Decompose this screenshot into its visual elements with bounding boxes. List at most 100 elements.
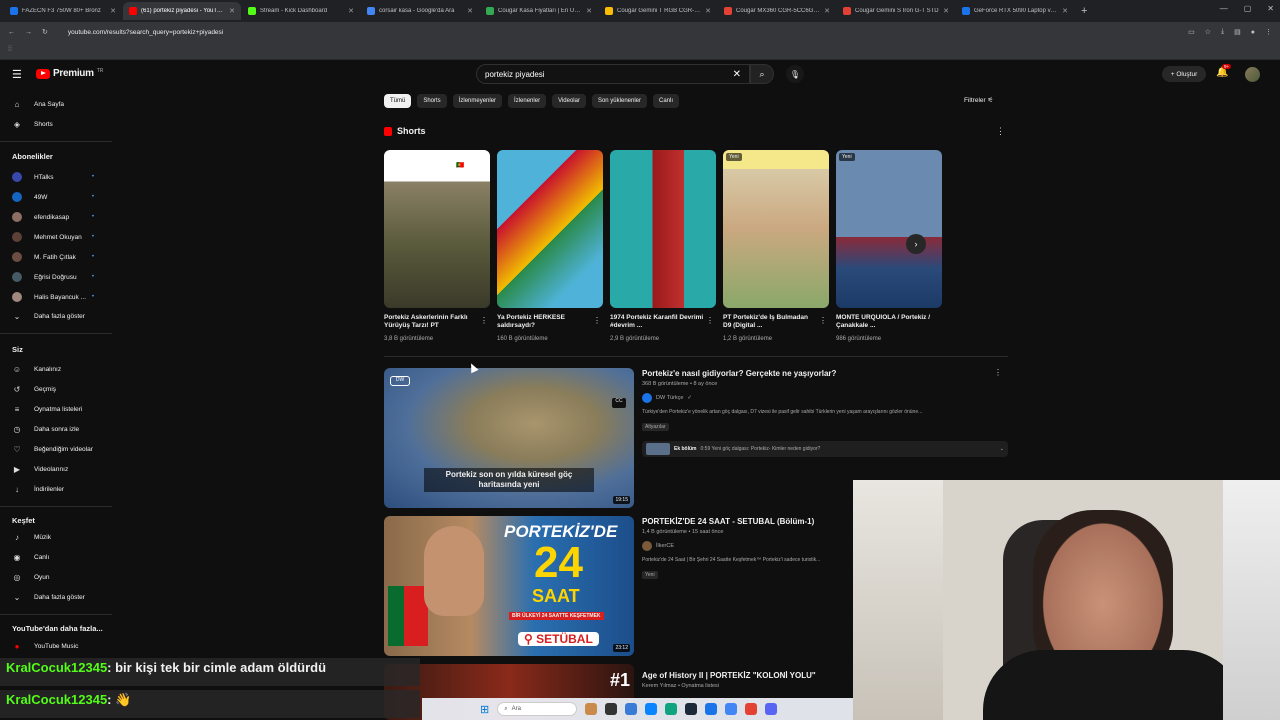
taskbar-search[interactable]: ⌕ Ara <box>497 702 578 716</box>
account-avatar[interactable] <box>1245 67 1260 82</box>
sidebar-subscription[interactable]: Halis Bayancuk ... • <box>0 288 118 306</box>
taskbar-app-icon[interactable] <box>605 703 618 715</box>
new-tab-button[interactable]: + <box>1075 5 1093 17</box>
short-card[interactable]: 1974 Portekiz Karanfil Devrimi #devrim .… <box>610 150 716 342</box>
short-thumbnail[interactable] <box>610 150 716 308</box>
sidebar-item-you[interactable]: ☺ Kanalınız <box>0 360 118 378</box>
short-card[interactable]: Ya Portekiz HERKESE saldırsaydı? 160 B gö… <box>497 150 603 342</box>
youtube-premium-logo[interactable]: Premium TR <box>36 68 103 79</box>
channel-name[interactable]: DW Türkçe <box>656 395 683 401</box>
browser-tab[interactable]: Cougar Kasa Fiyatları | En Ucuz ✕ <box>480 2 598 20</box>
filter-chip[interactable]: İzlenmeyenler <box>452 94 503 108</box>
short-title[interactable]: Portekiz Askerlerinin Farklı Yürüyüş Tar… <box>384 314 490 332</box>
sidebar-item-you[interactable]: ↺ Geçmiş <box>0 380 118 398</box>
taskbar-app-icon[interactable] <box>665 703 678 715</box>
reload-icon[interactable]: ↻ <box>42 28 48 36</box>
short-card[interactable]: Yeni PT Portekiz'de İş Bulmadan D9 (Digit… <box>723 150 829 342</box>
browser-tab[interactable]: Cougar MX360 CGR-5CC6G-RGB ✕ <box>718 2 836 20</box>
short-menu-icon[interactable]: ⋮ <box>819 316 827 325</box>
video-thumbnail[interactable]: PORTEKİZ'DE 24 SAAT BİR ÜLKEYİ 24 SAATTE… <box>384 516 634 656</box>
sidebar-item-explore[interactable]: ♪ Müzik <box>0 528 118 546</box>
browser-tab[interactable]: corsair kasa - Google'da Ara ✕ <box>361 2 479 20</box>
taskbar-app-icon[interactable] <box>745 703 758 715</box>
sidebar-item-home[interactable]: ⌂ Ana Sayfa <box>0 95 118 113</box>
forward-icon[interactable]: → <box>25 29 32 36</box>
shelf-next-button[interactable]: › <box>906 234 926 254</box>
filter-chip[interactable]: İzlenenler <box>508 94 547 108</box>
chapters-row[interactable]: Ek bölüm 0:59 Yeni göç dalgası: Portekiz… <box>642 441 1008 457</box>
video-title[interactable]: Portekiz'e nasıl gidiyorlar? Gerçekte ne… <box>642 368 1002 379</box>
taskbar-app-icon[interactable] <box>645 703 658 715</box>
short-card[interactable]: Portekiz Askerlerinin Farklı Yürüyüş Tar… <box>384 150 490 342</box>
filter-chip[interactable]: Son yüklenenler <box>591 94 647 108</box>
tab-close-icon[interactable]: ✕ <box>943 7 949 15</box>
sidebar-item-explore[interactable]: ◉ Canlı <box>0 548 118 566</box>
video-thumbnail[interactable]: DW CC Portekiz son on yılda küresel göç … <box>384 368 634 508</box>
extensions-icon[interactable]: ▤ <box>1234 28 1241 36</box>
start-icon[interactable]: ⊞ <box>480 703 489 716</box>
tab-close-icon[interactable]: ✕ <box>824 7 830 15</box>
menu-icon[interactable]: ⋮ <box>1265 28 1272 36</box>
install-icon[interactable]: ▭ <box>1188 28 1195 36</box>
sidebar-item-you[interactable]: ◷ Daha sonra izle <box>0 420 118 438</box>
url-field[interactable]: youtube.com/results?search_query=porteki… <box>68 29 1178 36</box>
short-thumbnail[interactable]: Yeni <box>723 150 829 308</box>
short-title[interactable]: Ya Portekiz HERKESE saldırsaydı? <box>497 314 603 332</box>
sidebar-subscription[interactable]: Mehmet Okuyan • <box>0 228 118 246</box>
short-title[interactable]: PT Portekiz'de İş Bulmadan D9 (Digital .… <box>723 314 829 332</box>
browser-tab[interactable]: (61) portekiz piyadesi - YouTube ✕ <box>123 2 241 20</box>
filters-button[interactable]: Filtreler ⚟ <box>964 96 993 104</box>
short-thumbnail[interactable] <box>497 150 603 308</box>
tab-close-icon[interactable]: ✕ <box>1062 7 1068 15</box>
browser-tab[interactable]: Cougar Gemini T RGB CGR-5G ✕ <box>599 2 717 20</box>
notifications-button[interactable]: 🔔 9+ <box>1216 64 1232 78</box>
filter-chip[interactable]: Canlı <box>653 94 680 108</box>
taskbar-app-icon[interactable] <box>625 703 638 715</box>
short-menu-icon[interactable]: ⋮ <box>593 316 601 325</box>
create-button[interactable]: + Oluştur <box>1162 66 1206 82</box>
back-icon[interactable]: ← <box>8 29 15 36</box>
short-title[interactable]: MONTE URQUIOLA / Portekiz / Çanakkale ..… <box>836 314 942 332</box>
browser-tab[interactable]: Cougar Gemini S Iron G-T STD ✕ <box>837 2 955 20</box>
bookmark-star-icon[interactable]: ☆ <box>1205 28 1211 36</box>
tab-close-icon[interactable]: ✕ <box>586 7 592 15</box>
clear-search-icon[interactable]: ✕ <box>733 69 741 80</box>
sidebar-show-more[interactable]: ⌄ Daha fazla göster <box>0 588 118 606</box>
short-title[interactable]: 1974 Portekiz Karanfil Devrimi #devrim .… <box>610 314 716 332</box>
sidebar-subscription[interactable]: Eğrisi Doğrusu • <box>0 268 118 286</box>
video-menu-icon[interactable]: ⋮ <box>994 368 1002 377</box>
taskbar-app-icon[interactable] <box>685 703 698 715</box>
sidebar-subscription[interactable]: HTalks • <box>0 168 118 186</box>
channel-avatar[interactable] <box>642 541 652 551</box>
shelf-more-icon[interactable]: ⋮ <box>996 126 1005 137</box>
browser-tab[interactable]: Stream - Kick Dashboard ✕ <box>242 2 360 20</box>
tab-close-icon[interactable]: ✕ <box>467 7 473 15</box>
taskbar-app-icon[interactable] <box>725 703 738 715</box>
tab-close-icon[interactable]: ✕ <box>705 7 711 15</box>
search-input[interactable]: portekiz piyadesi ✕ <box>476 64 750 84</box>
sidebar-item-shorts[interactable]: ◈ Shorts <box>0 115 118 133</box>
sidebar-item-you[interactable]: ♡ Beğendiğim videolar <box>0 440 118 458</box>
taskbar-app-icon[interactable] <box>585 703 598 715</box>
channel-avatar[interactable] <box>642 393 652 403</box>
tab-close-icon[interactable]: ✕ <box>348 7 354 15</box>
hamburger-menu-icon[interactable]: ☰ <box>12 68 22 81</box>
sidebar-section-title[interactable]: Abonelikler <box>12 152 53 161</box>
sidebar-section-title[interactable]: Siz <box>12 345 23 354</box>
tab-close-icon[interactable]: ✕ <box>110 7 116 15</box>
minimize-icon[interactable]: — <box>1220 4 1228 13</box>
tab-close-icon[interactable]: ✕ <box>229 7 235 15</box>
browser-tab[interactable]: FAZECN F3 750W 80+ Bronz ✕ <box>4 2 122 20</box>
sidebar-subscription[interactable]: 49W • <box>0 188 118 206</box>
apps-icon[interactable]: ⁞⁞ <box>8 46 12 53</box>
channel-name[interactable]: İlkerCE <box>656 543 674 549</box>
voice-search-button[interactable]: 🎙 <box>786 65 804 83</box>
short-card[interactable]: Yeni MONTE URQUIOLA / Portekiz / Çanakkal… <box>836 150 942 342</box>
search-button[interactable]: ⌕ <box>750 64 774 84</box>
sidebar-subscription[interactable]: M. Fatih Çıtlak • <box>0 248 118 266</box>
sidebar-item-you[interactable]: ≡ Oynatma listeleri <box>0 400 118 418</box>
filter-chip[interactable]: Shorts <box>417 94 447 108</box>
browser-tab[interactable]: GeForce RTX 5090 Laptop vs 5x ✕ <box>956 2 1074 20</box>
channel-row[interactable]: DW Türkçe ✓ <box>642 393 1002 403</box>
sidebar-item-explore[interactable]: ◎ Oyun <box>0 568 118 586</box>
